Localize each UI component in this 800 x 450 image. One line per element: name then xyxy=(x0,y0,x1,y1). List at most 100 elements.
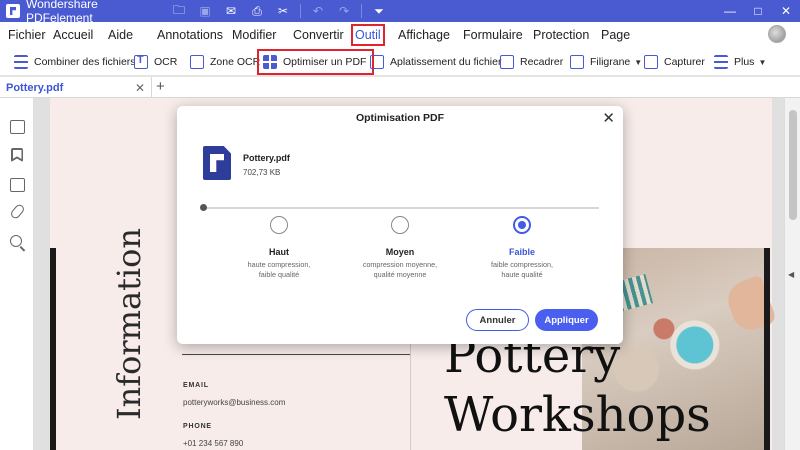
menu-convertir[interactable]: Convertir xyxy=(290,24,347,46)
radio-low-selected[interactable] xyxy=(513,216,531,234)
option-desc-line: faible compression, xyxy=(491,260,553,269)
optimize-icon xyxy=(263,55,277,69)
option-desc: haute compression, faible qualité xyxy=(219,260,339,280)
more-button[interactable]: Plus ▼ xyxy=(714,50,766,74)
close-icon[interactable]: ✕ xyxy=(772,0,800,22)
zone-ocr-label: Zone OCR xyxy=(210,56,261,68)
menu-formulaire[interactable]: Formulaire xyxy=(460,24,526,46)
flatten-label: Aplatissement du fichier xyxy=(390,56,502,68)
progress-track xyxy=(203,207,599,209)
option-desc: compression moyenne, qualité moyenne xyxy=(340,260,460,280)
close-icon[interactable]: ✕ xyxy=(602,109,615,127)
progress-dot xyxy=(200,204,207,211)
quick-access-icon[interactable]: ⏷ xyxy=(366,0,392,22)
menu-affichage[interactable]: Affichage xyxy=(395,24,453,46)
option-label: Haut xyxy=(269,247,289,257)
capture-label: Capturer xyxy=(664,56,705,68)
maximize-icon[interactable]: □ xyxy=(744,0,772,22)
undo-icon[interactable]: ↶ xyxy=(305,0,331,22)
menu-aide[interactable]: Aide xyxy=(105,24,136,46)
combine-files-button[interactable]: Combiner des fichiers xyxy=(14,50,136,74)
menu-annotations[interactable]: Annotations xyxy=(154,24,226,46)
vertical-heading-text: Information xyxy=(110,227,148,420)
ocr-button[interactable]: OCR xyxy=(134,50,177,74)
ocr-icon xyxy=(134,54,148,69)
option-high[interactable]: Haut haute compression, faible qualité xyxy=(219,216,339,286)
page-border xyxy=(764,248,770,450)
vertical-heading: Information xyxy=(100,228,148,440)
menu-page[interactable]: Page xyxy=(598,24,633,46)
menu-modifier[interactable]: Modifier xyxy=(229,24,279,46)
tool-ribbon: Combiner des fichiers OCR Zone OCR Optim… xyxy=(0,48,800,76)
watermark-button[interactable]: Filigrane ▼ xyxy=(570,50,642,74)
thumbnails-icon[interactable] xyxy=(10,120,25,134)
redo-icon[interactable]: ↷ xyxy=(331,0,357,22)
avatar[interactable] xyxy=(768,25,786,43)
scrollbar-thumb[interactable] xyxy=(789,110,797,220)
flatten-button[interactable]: Aplatissement du fichier xyxy=(370,50,501,74)
chevron-down-icon: ▼ xyxy=(634,57,643,67)
scissors-icon[interactable]: ✂ xyxy=(270,0,296,22)
radio-medium[interactable] xyxy=(391,216,409,234)
option-label: Moyen xyxy=(385,247,415,257)
page-title-line2: Workshops xyxy=(444,387,711,443)
menu-fichier[interactable]: Fichier xyxy=(5,24,49,46)
menu-outil[interactable]: Outil xyxy=(351,24,385,46)
search-icon[interactable] xyxy=(10,235,22,247)
zone-ocr-button[interactable]: Zone OCR xyxy=(190,50,260,74)
flatten-icon xyxy=(370,55,384,69)
watermark-label: Filigrane xyxy=(590,56,631,68)
dialog-title: Optimisation PDF xyxy=(355,112,445,124)
option-desc-line: compression moyenne, xyxy=(362,260,438,269)
menu-bar: Fichier Accueil Aide Annotations Modifie… xyxy=(0,22,800,48)
page-border xyxy=(50,248,56,450)
file-size: 702,73 KB xyxy=(243,168,281,177)
print-icon[interactable]: ⎙ xyxy=(244,0,270,22)
combine-icon xyxy=(14,55,28,69)
divider xyxy=(361,4,362,18)
mail-icon[interactable]: ✉ xyxy=(218,0,244,22)
option-low[interactable]: Faible faible compression, haute qualité xyxy=(462,216,582,286)
camera-icon xyxy=(644,55,658,69)
window-controls: — □ ✕ xyxy=(716,0,800,22)
option-medium[interactable]: Moyen compression moyenne, qualité moyen… xyxy=(340,216,460,286)
email-label: EMAIL xyxy=(183,382,209,389)
option-desc-line: faible qualité xyxy=(258,270,300,279)
capture-button[interactable]: Capturer xyxy=(644,50,705,74)
crop-label: Recadrer xyxy=(520,56,564,68)
email-value: potteryworks@business.com xyxy=(183,398,286,407)
bookmark-icon[interactable] xyxy=(11,148,23,162)
menu-accueil[interactable]: Accueil xyxy=(50,24,96,46)
add-tab-icon[interactable]: + xyxy=(156,78,165,95)
folder-icon[interactable]: 🗀 xyxy=(166,0,192,22)
left-sidebar xyxy=(0,98,34,450)
optimize-dialog: Optimisation PDF ✕ Pottery.pdf 702,73 KB… xyxy=(177,106,623,344)
pdf-file-icon xyxy=(203,146,231,180)
crop-button[interactable]: Recadrer xyxy=(500,50,563,74)
phone-label: PHONE xyxy=(183,423,212,430)
option-desc: faible compression, haute qualité xyxy=(462,260,582,280)
tab-pottery[interactable]: Pottery.pdf ✕ xyxy=(0,77,152,98)
zone-ocr-icon xyxy=(190,55,204,69)
menu-protection[interactable]: Protection xyxy=(530,24,592,46)
combine-label: Combiner des fichiers xyxy=(34,56,136,68)
chevron-down-icon: ▼ xyxy=(758,57,767,67)
more-label: Plus xyxy=(734,56,755,68)
option-desc-line: haute qualité xyxy=(501,270,543,279)
phone-value: +01 234 567 890 xyxy=(183,439,244,448)
minimize-icon[interactable]: — xyxy=(716,0,744,22)
radio-high[interactable] xyxy=(270,216,288,234)
save-icon[interactable]: ▣ xyxy=(192,0,218,22)
watermark-icon xyxy=(570,55,584,69)
expand-panel-icon[interactable]: ◀ xyxy=(788,270,794,279)
optimize-label: Optimiser un PDF xyxy=(283,56,367,68)
option-desc-line: qualité moyenne xyxy=(373,270,427,279)
apply-button[interactable]: Appliquer xyxy=(535,309,598,331)
attachment-icon[interactable] xyxy=(9,202,26,221)
divider xyxy=(300,4,301,18)
comment-icon[interactable] xyxy=(10,178,25,192)
optimize-pdf-button[interactable]: Optimiser un PDF xyxy=(257,49,375,75)
cancel-button[interactable]: Annuler xyxy=(466,309,529,331)
close-icon[interactable]: ✕ xyxy=(135,81,145,95)
ocr-label: OCR xyxy=(154,56,178,68)
